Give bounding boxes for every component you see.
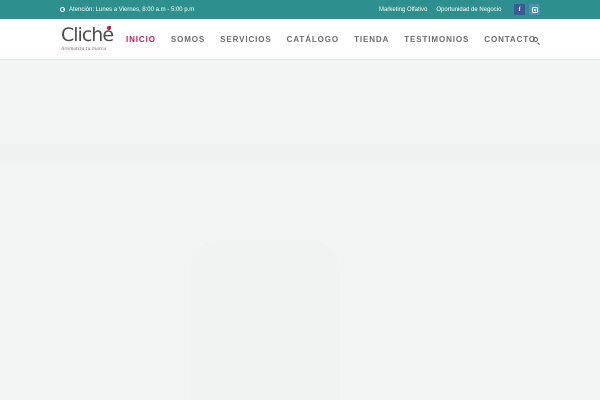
facebook-icon[interactable]: f xyxy=(514,4,525,15)
business-hours: Atención: Lunes a Viernes, 8:00 a.m - 5:… xyxy=(60,0,194,19)
marketing-olfativo-link[interactable]: Marketing Olfativo xyxy=(379,7,427,13)
logo[interactable]: Cliché Aromatiza tu marca xyxy=(61,24,114,56)
instagram-icon[interactable] xyxy=(529,4,540,15)
logo-wordmark: Cliché xyxy=(61,24,114,46)
hero-image-placeholder xyxy=(190,240,340,400)
search-icon[interactable] xyxy=(533,37,538,42)
logo-tagline: Aromatiza tu marca xyxy=(61,47,107,52)
nav-item-servicios[interactable]: SERVICIOS xyxy=(220,35,272,44)
nav-item-contacto[interactable]: CONTACTO xyxy=(484,35,536,44)
top-bar: Atención: Lunes a Viernes, 8:00 a.m - 5:… xyxy=(0,0,600,19)
top-links: Marketing Olfativo Oportunidad de Negoci… xyxy=(379,0,501,19)
hero-slider xyxy=(0,60,600,400)
clock-icon xyxy=(60,7,65,12)
instagram-glyph xyxy=(531,6,538,13)
nav-item-somos[interactable]: SOMOS xyxy=(171,35,205,44)
business-hours-text: Atención: Lunes a Viernes, 8:00 a.m - 5:… xyxy=(69,6,195,13)
hero-band xyxy=(0,144,600,164)
facebook-glyph: f xyxy=(518,6,521,13)
main-header: Cliché Aromatiza tu marca INICIO SOMOS S… xyxy=(0,19,600,60)
nav-item-testimonios[interactable]: TESTIMONIOS xyxy=(404,35,469,44)
nav-item-catalogo[interactable]: CATÁLOGO xyxy=(287,35,339,44)
main-nav: INICIO SOMOS SERVICIOS CATÁLOGO TIENDA T… xyxy=(126,19,551,60)
nav-item-tienda[interactable]: TIENDA xyxy=(354,35,389,44)
logo-registered-mark xyxy=(107,26,111,30)
nav-item-inicio[interactable]: INICIO xyxy=(126,35,156,44)
oportunidad-negocio-link[interactable]: Oportunidad de Negocio xyxy=(436,7,501,13)
